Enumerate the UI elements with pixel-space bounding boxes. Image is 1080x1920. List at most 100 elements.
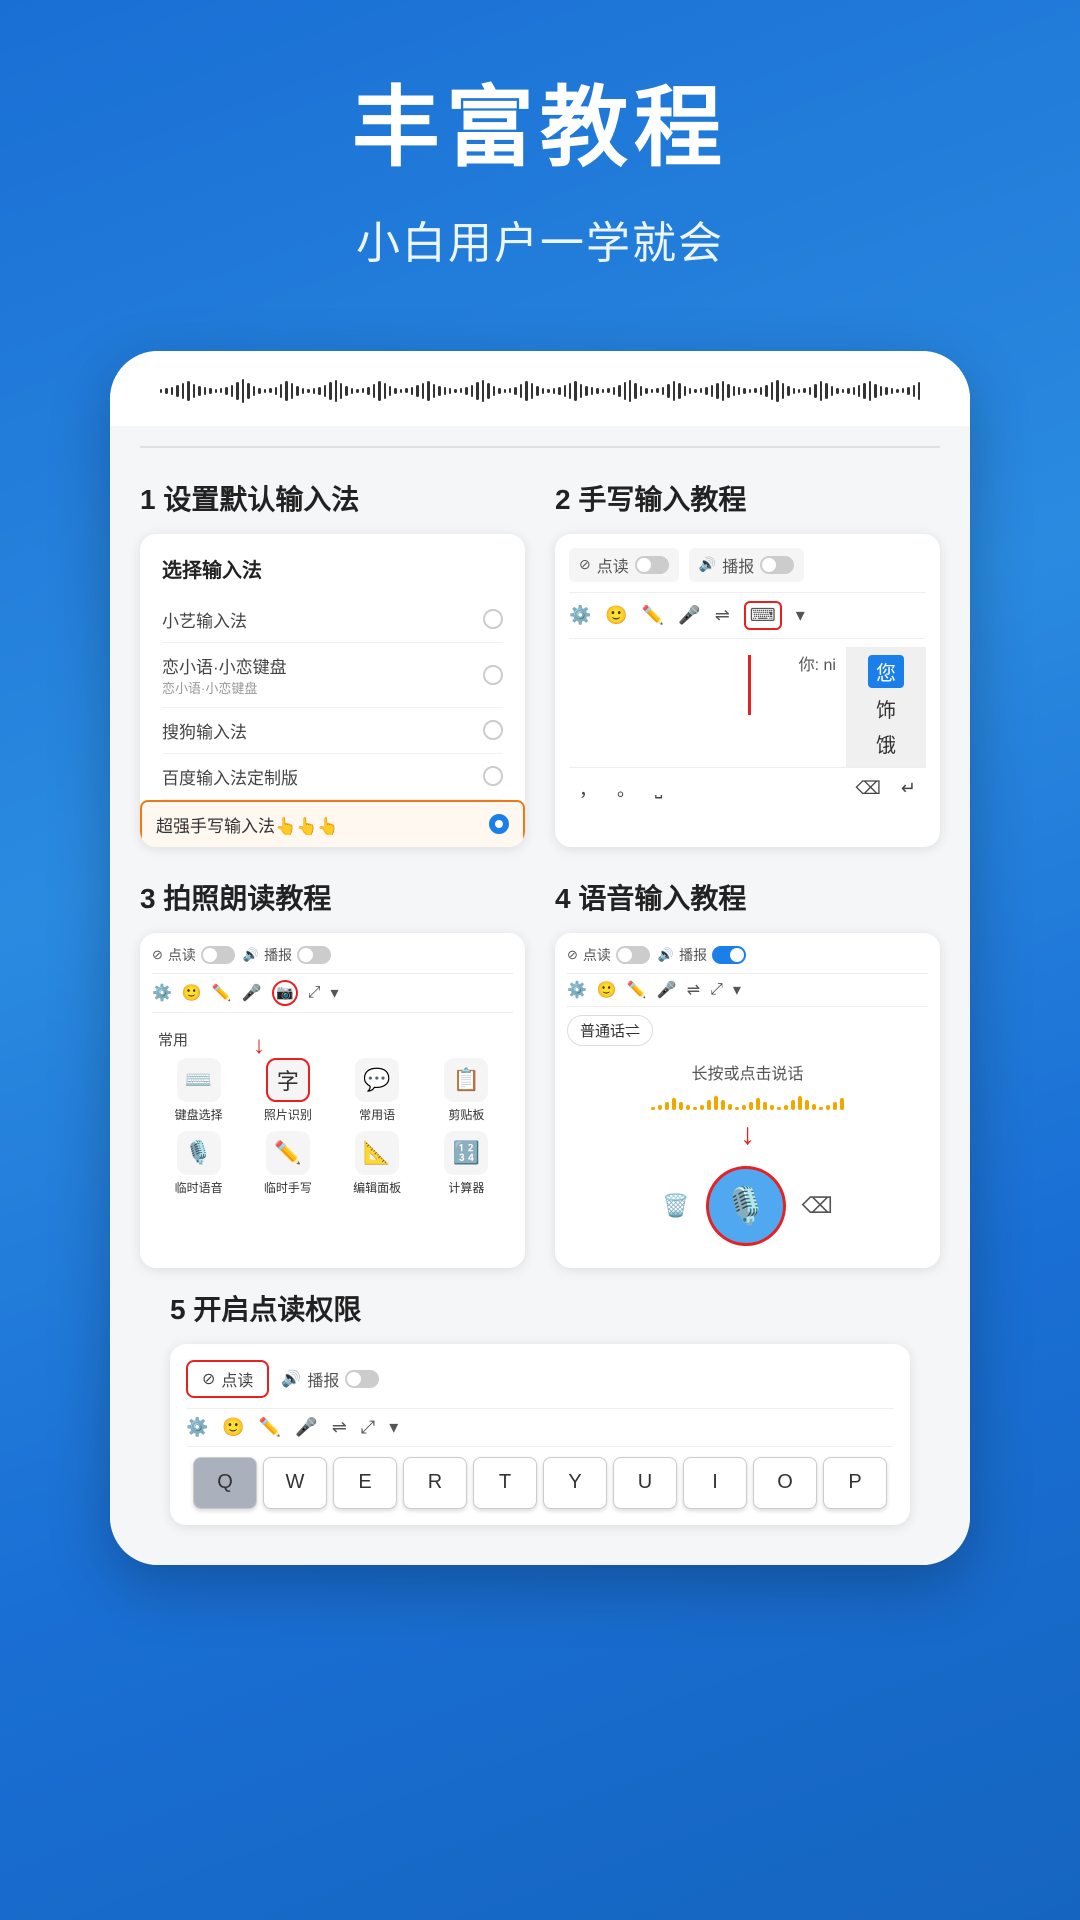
handwrite-card: ⊘ 点读 🔊 播报 ⚙️ (555, 534, 940, 824)
s5-face-icon[interactable]: 🙂 (222, 1417, 244, 1438)
menu-item-edit[interactable]: 📐 编辑面板 (337, 1131, 418, 1196)
header: 丰富教程 小白用户一学就会 (0, 0, 1080, 311)
bottom-spacer (0, 1565, 1080, 1625)
pen-icon-4[interactable]: ✏️ (627, 980, 647, 1000)
section-5-card: ⊘ 点读 🔊 播报 ⚙️ 🙂 ✏️ 🎤 ⇌ ⤢ (170, 1344, 910, 1525)
period-key[interactable]: 。 (617, 776, 635, 802)
broadcast-toggle-3[interactable]: 🔊 播报 (243, 945, 331, 965)
menu-item-calc[interactable]: 🔢 计算器 (426, 1131, 507, 1196)
menu-item-clipboard[interactable]: 📋 剪贴板 (426, 1058, 507, 1123)
face-icon[interactable]: 🙂 (605, 605, 627, 626)
kb-menu-grid: ⌨️ 键盘选择 字 照片识别 💬 常用语 (158, 1058, 507, 1196)
key-p[interactable]: P (823, 1457, 887, 1509)
kb-menu-title: 常用 (158, 1029, 507, 1050)
voice-top-row: ⊘ 点读 🔊 播报 (567, 945, 928, 965)
section-5: 5 开启点读权限 ⊘ 点读 🔊 播报 ⚙️ (140, 1268, 940, 1525)
radio-unselected[interactable] (483, 609, 503, 629)
handwrite-icon-active[interactable]: ⌨ (744, 601, 782, 630)
face-icon-3[interactable]: 🙂 (182, 983, 202, 1003)
kb-menu-area: 常用 ↓ ⌨️ 键盘选择 字 (152, 1021, 513, 1204)
delete-icon[interactable]: 🗑️ (662, 1193, 689, 1219)
chevron-icon-4[interactable]: ▾ (733, 980, 741, 1000)
mic-icon-4[interactable]: 🎤 (657, 980, 677, 1000)
s5-pen-icon[interactable]: ✏️ (259, 1417, 281, 1438)
reading-switch[interactable] (635, 556, 669, 574)
key-i[interactable]: I (683, 1457, 747, 1509)
menu-item-photo[interactable]: 字 照片识别 (247, 1058, 328, 1123)
radio-unselected[interactable] (483, 720, 503, 740)
lang-button[interactable]: 普通话⇌ (567, 1015, 653, 1046)
candidate-highlight[interactable]: 您 (868, 655, 904, 688)
reading-toggle[interactable]: ⊘ 点读 (569, 548, 679, 582)
key-u[interactable]: U (613, 1457, 677, 1509)
voice-icons-row: ⚙️ 🙂 ✏️ 🎤 ⇌ ⤢ ▾ (567, 973, 928, 1007)
chevron-icon[interactable]: ▾ (796, 605, 805, 626)
translate-icon[interactable]: ⇌ (715, 605, 730, 626)
face-icon-4[interactable]: 🙂 (597, 980, 617, 1000)
comma-key[interactable]: ， (579, 776, 597, 802)
backspace-icon-4[interactable]: ⌫ (802, 1193, 833, 1219)
gear-icon-4[interactable]: ⚙️ (567, 980, 587, 1000)
list-item: 搜狗输入法 (162, 708, 503, 754)
key-y[interactable]: Y (543, 1457, 607, 1509)
s5-reading-btn[interactable]: ⊘ 点读 (186, 1360, 269, 1398)
enter-key[interactable]: ↵ (901, 778, 916, 799)
content-area: 1 设置默认输入法 选择输入法 小艺输入法 恋小语·小恋键盘恋小语·小恋键盘 (110, 426, 970, 1565)
mic-button[interactable]: 🎙️ (706, 1166, 786, 1246)
reading-switch-4[interactable] (616, 946, 650, 964)
broadcast-switch-4-on[interactable] (712, 946, 746, 964)
red-arrow-photo: ↓ (253, 1032, 265, 1060)
candidate-item[interactable]: 饰 (876, 694, 896, 723)
candidate-item[interactable]: 饿 (876, 729, 896, 758)
menu-item-voice-temp[interactable]: 🎙️ 临时语音 (158, 1131, 239, 1196)
broadcast-toggle-4[interactable]: 🔊 播报 (658, 945, 746, 965)
pen-icon[interactable]: ✏️ (642, 605, 664, 626)
hw-candidates: 您 饰 饿 (846, 647, 926, 767)
key-e[interactable]: E (333, 1457, 397, 1509)
s5-translate-icon[interactable]: ⇌ (332, 1417, 347, 1438)
s5-mic-icon[interactable]: 🎤 (295, 1417, 317, 1438)
menu-item-keyboard[interactable]: ⌨️ 键盘选择 (158, 1058, 239, 1123)
radio-unselected[interactable] (483, 665, 503, 685)
space-key[interactable]: ⎵ (655, 778, 662, 799)
pen-icon-3[interactable]: ✏️ (212, 983, 232, 1003)
broadcast-toggle[interactable]: 🔊 播报 (689, 548, 804, 582)
key-w[interactable]: W (263, 1457, 327, 1509)
reading-toggle-3[interactable]: ⊘ 点读 (152, 945, 235, 965)
key-o[interactable]: O (753, 1457, 817, 1509)
radio-selected[interactable] (489, 814, 509, 834)
menu-icon-calc: 🔢 (444, 1131, 488, 1175)
expand-icon-4[interactable]: ⤢ (710, 981, 723, 999)
key-q[interactable]: Q (193, 1457, 257, 1509)
reading-switch-3[interactable] (201, 946, 235, 964)
mic-icon-3[interactable]: 🎤 (242, 983, 262, 1003)
translate-icon-4[interactable]: ⇌ (687, 980, 700, 1000)
hw-you-ni-label: 你: ni (799, 651, 836, 675)
key-t[interactable]: T (473, 1457, 537, 1509)
s5-chevron-icon[interactable]: ▾ (389, 1417, 398, 1438)
camera-icon-highlighted[interactable]: 📷 (272, 980, 298, 1006)
s5-gear-icon[interactable]: ⚙️ (186, 1417, 208, 1438)
tutorial-2-label: 2 手写输入教程 (555, 478, 940, 518)
menu-item-phrases[interactable]: 💬 常用语 (337, 1058, 418, 1123)
s5-expand-icon[interactable]: ⤢ (361, 1417, 375, 1438)
s5-broadcast-switch[interactable] (345, 1370, 379, 1388)
broadcast-switch[interactable] (760, 556, 794, 574)
voice-card: ⊘ 点读 🔊 播报 ⚙️ (555, 933, 940, 1268)
gear-icon-3[interactable]: ⚙️ (152, 983, 172, 1003)
chevron-icon-3[interactable]: ▾ (331, 983, 339, 1003)
backspace-key[interactable]: ⌫ (855, 778, 880, 799)
reading-toggle-4[interactable]: ⊘ 点读 (567, 945, 650, 965)
mic-icon[interactable]: 🎤 (678, 605, 700, 626)
expand-icon-3[interactable]: ⤢ (308, 984, 321, 1002)
broadcast-switch-3[interactable] (297, 946, 331, 964)
tutorial-4-card: ⊘ 点读 🔊 播报 ⚙️ (555, 933, 940, 1268)
radio-unselected[interactable] (483, 766, 503, 786)
menu-icon-photo: 字 (266, 1058, 310, 1102)
menu-item-handwrite-temp[interactable]: ✏️ 临时手写 (247, 1131, 328, 1196)
s5-broadcast-btn[interactable]: 🔊 播报 (281, 1360, 379, 1398)
menu-icon-clipboard: 📋 (444, 1058, 488, 1102)
key-r[interactable]: R (403, 1457, 467, 1509)
s5-icons-row: ⚙️ 🙂 ✏️ 🎤 ⇌ ⤢ ▾ (186, 1408, 894, 1447)
gear-icon[interactable]: ⚙️ (569, 605, 591, 626)
